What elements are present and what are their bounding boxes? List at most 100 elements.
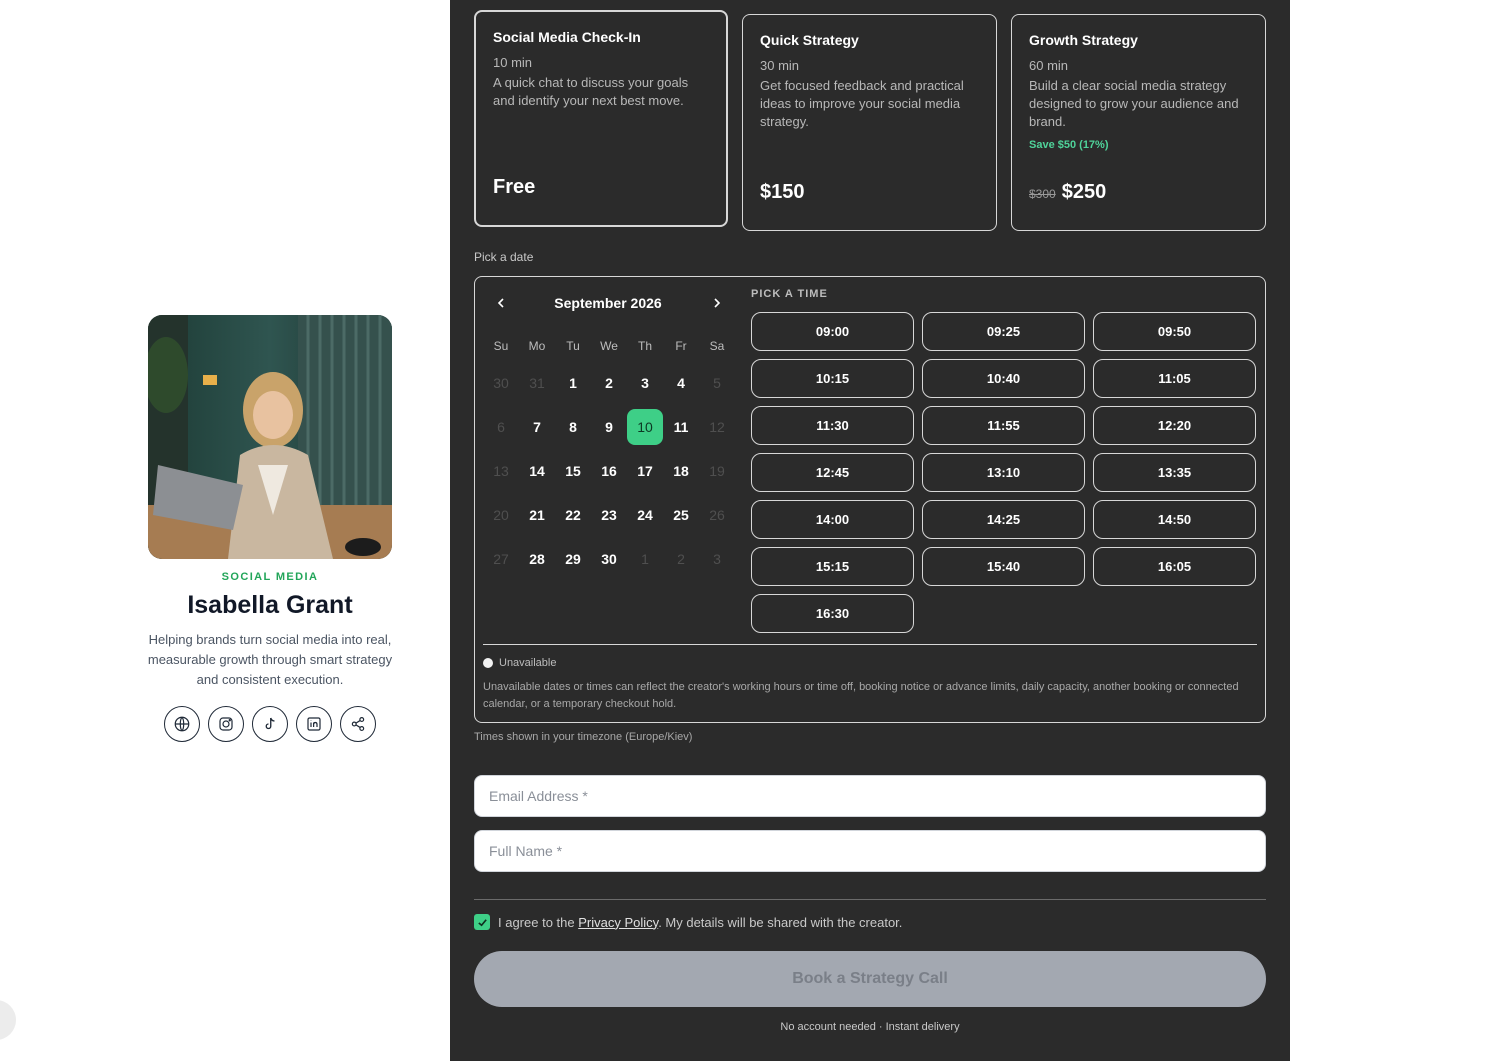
weekday-label: Sa (709, 339, 725, 353)
offer-title: Quick Strategy (760, 32, 859, 48)
time-slot-button[interactable]: 16:05 (1093, 547, 1256, 586)
time-slot-button[interactable]: 09:50 (1093, 312, 1256, 351)
time-slot-button[interactable]: 12:45 (751, 453, 914, 492)
calendar-day: 6 (497, 419, 505, 435)
calendar-day[interactable]: 2 (591, 365, 627, 401)
offer-savings-badge: Save $50 (17%) (1029, 139, 1109, 151)
footer-note: No account needed · Instant delivery (780, 1021, 960, 1033)
time-slot-button[interactable]: 11:55 (922, 406, 1085, 445)
time-slot-button[interactable]: 09:00 (751, 312, 914, 351)
calendar-day[interactable]: 17 (627, 453, 663, 489)
calendar-day[interactable]: 30 (591, 541, 627, 577)
calendar-day[interactable]: 28 (519, 541, 555, 577)
calendar-day: 30 (493, 375, 509, 391)
time-slot-button[interactable]: 16:30 (751, 594, 914, 633)
offer-duration: 30 min (760, 58, 800, 73)
calendar-day: 2 (677, 551, 685, 567)
unavailable-dot-icon (483, 658, 493, 668)
calendar-day[interactable]: 25 (663, 497, 699, 533)
time-slot-button[interactable]: 11:05 (1093, 359, 1256, 398)
calendar-day[interactable]: 24 (627, 497, 663, 533)
next-month-button[interactable] (705, 291, 729, 315)
offer-card-growth-strategy[interactable]: Growth Strategy 60 min Build a clear soc… (1011, 14, 1266, 231)
time-slot-button[interactable]: 12:20 (1093, 406, 1256, 445)
calendar-header: September 2026 (475, 291, 741, 315)
social-links (120, 706, 420, 742)
timezone-note: Times shown in your timezone (Europe/Kie… (474, 731, 693, 743)
agree-prefix: I agree to the (498, 914, 579, 930)
calendar-day[interactable]: 15 (555, 453, 591, 489)
calendar-day[interactable]: 9 (591, 409, 627, 445)
legend-unavailable-label: Unavailable (499, 657, 557, 669)
weekday-label: Mo (528, 339, 546, 353)
time-slot-button[interactable]: 13:35 (1093, 453, 1256, 492)
checkmark-icon (477, 918, 487, 926)
availability-note: Unavailable dates or times can reflect t… (483, 681, 1239, 710)
offer-old-price: $300 (1029, 187, 1056, 201)
time-slot-button[interactable]: 09:25 (922, 312, 1085, 351)
calendar-day[interactable]: 10 (627, 409, 663, 445)
calendar-day: 20 (493, 507, 509, 523)
legend: Unavailable (483, 657, 556, 669)
offer-price: Free (493, 176, 536, 198)
share-icon[interactable] (340, 706, 376, 742)
divider (483, 644, 1257, 645)
weekday-label: Th (637, 339, 652, 353)
time-slot-button[interactable]: 14:50 (1093, 500, 1256, 539)
calendar-day: 12 (709, 419, 725, 435)
floating-action-button[interactable] (0, 1000, 16, 1040)
offer-card-check-in[interactable]: Social Media Check-In 10 min A quick cha… (474, 10, 728, 227)
full-name-field[interactable] (474, 830, 1266, 872)
agree-suffix: . My details will be shared with the cre… (658, 914, 903, 930)
tiktok-icon[interactable] (252, 706, 288, 742)
time-slot-button[interactable]: 13:10 (922, 453, 1085, 492)
calendar-day: 19 (709, 463, 725, 479)
calendar-day[interactable]: 21 (519, 497, 555, 533)
calendar-day[interactable]: 23 (591, 497, 627, 533)
calendar-day[interactable]: 8 (555, 409, 591, 445)
divider (474, 899, 1266, 900)
calendar-day[interactable]: 7 (519, 409, 555, 445)
time-slot-button[interactable]: 11:30 (751, 406, 914, 445)
creator-bio: Helping brands turn social media into re… (147, 632, 393, 687)
agree-checkbox[interactable] (474, 914, 490, 930)
time-slot-button[interactable]: 10:40 (922, 359, 1085, 398)
calendar-day[interactable]: 11 (663, 409, 699, 445)
book-strategy-call-button[interactable]: Book a Strategy Call (474, 951, 1266, 1007)
linkedin-icon[interactable] (296, 706, 332, 742)
offer-duration: 10 min (493, 55, 533, 70)
globe-icon[interactable] (164, 706, 200, 742)
offer-title: Growth Strategy (1029, 32, 1138, 48)
calendar-day[interactable]: 1 (555, 365, 591, 401)
time-slot-button[interactable]: 14:25 (922, 500, 1085, 539)
booking-panel: Social Media Check-In 10 min A quick cha… (450, 0, 1290, 1061)
weekday-label: Tu (566, 339, 580, 353)
agree-text: I agree to the Privacy Policy. My detail… (498, 915, 902, 930)
privacy-policy-link[interactable]: Privacy Policy (578, 915, 658, 930)
offer-card-quick-strategy[interactable]: Quick Strategy 30 min Get focused feedba… (742, 14, 997, 231)
calendar-day[interactable]: 14 (519, 453, 555, 489)
calendar-day[interactable]: 16 (591, 453, 627, 489)
creator-name: Isabella Grant (187, 591, 353, 619)
avatar (148, 315, 392, 559)
instagram-icon[interactable] (208, 706, 244, 742)
pick-time-label: PICK A TIME (751, 288, 828, 300)
calendar-day[interactable]: 3 (627, 365, 663, 401)
calendar-month: September 2026 (554, 295, 662, 311)
time-slot-button[interactable]: 14:00 (751, 500, 914, 539)
calendar-day[interactable]: 18 (663, 453, 699, 489)
calendar-day[interactable]: 22 (555, 497, 591, 533)
calendar-day: 31 (529, 375, 545, 391)
time-slot-button[interactable]: 10:15 (751, 359, 914, 398)
time-slot-button[interactable]: 15:40 (922, 547, 1085, 586)
chevron-right-icon (714, 298, 721, 308)
calendar-day[interactable]: 4 (663, 365, 699, 401)
email-field[interactable] (474, 775, 1266, 817)
offer-description: Build a clear social media strategy desi… (1029, 78, 1239, 129)
calendar-day: 5 (713, 375, 721, 391)
time-slot-button[interactable]: 15:15 (751, 547, 914, 586)
offer-price: $250 (1061, 181, 1107, 203)
offer-description: A quick chat to discuss your goals and i… (493, 75, 689, 108)
offer-price-group: $300 $250 (1029, 181, 1106, 204)
calendar-day[interactable]: 29 (555, 541, 591, 577)
